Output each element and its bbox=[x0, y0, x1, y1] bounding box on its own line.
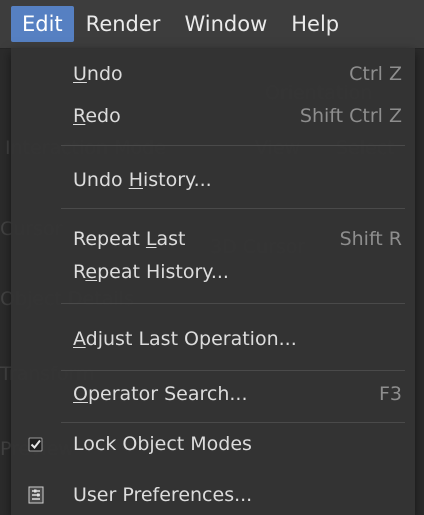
menu-item-redo[interactable]: Redo Shift Ctrl Z bbox=[11, 97, 415, 135]
menu-item-label: Repeat History... bbox=[73, 261, 229, 283]
menu-bar: Edit Render Window Help bbox=[0, 0, 424, 49]
menu-divider bbox=[61, 303, 405, 304]
menu-divider bbox=[61, 370, 405, 371]
menu-divider bbox=[61, 145, 405, 146]
preferences-icon bbox=[26, 485, 46, 505]
menu-item-lock-object-modes[interactable]: Lock Object Modes bbox=[11, 425, 415, 463]
menu-item-user-preferences[interactable]: User Preferences... bbox=[11, 476, 415, 514]
shortcut-text: Ctrl Z bbox=[349, 63, 402, 85]
menu-render[interactable]: Render bbox=[74, 6, 173, 42]
menu-window[interactable]: Window bbox=[172, 6, 279, 42]
menu-item-label: Repeat Last bbox=[73, 228, 186, 250]
menu-item-label: Adjust Last Operation... bbox=[73, 328, 297, 350]
menu-item-label: Redo bbox=[73, 105, 121, 127]
menu-help[interactable]: Help bbox=[279, 6, 351, 42]
checkbox-checked-icon[interactable] bbox=[26, 434, 46, 454]
shortcut-text: F3 bbox=[378, 383, 402, 405]
menu-item-adjust-last-operation[interactable]: Adjust Last Operation... bbox=[11, 320, 415, 358]
edit-menu-dropdown: Undo Ctrl Z Redo Shift Ctrl Z Undo Histo… bbox=[11, 48, 415, 515]
menu-item-operator-search[interactable]: Operator Search... F3 bbox=[11, 375, 415, 413]
menu-divider bbox=[61, 422, 405, 423]
shortcut-text: Shift Ctrl Z bbox=[299, 105, 402, 127]
menu-item-label: Undo bbox=[73, 63, 123, 85]
menu-item-undo[interactable]: Undo Ctrl Z bbox=[11, 55, 415, 93]
menu-item-label: Operator Search... bbox=[73, 383, 248, 405]
shortcut-text: Shift R bbox=[339, 228, 402, 250]
menu-item-repeat-history[interactable]: Repeat History... bbox=[11, 253, 415, 291]
menu-item-undo-history[interactable]: Undo History... bbox=[11, 161, 415, 199]
menu-divider bbox=[61, 208, 405, 209]
menu-item-label: Undo History... bbox=[73, 169, 212, 191]
menu-item-label: Lock Object Modes bbox=[73, 433, 252, 455]
menu-edit[interactable]: Edit bbox=[11, 6, 74, 42]
menu-item-label: User Preferences... bbox=[73, 484, 253, 506]
